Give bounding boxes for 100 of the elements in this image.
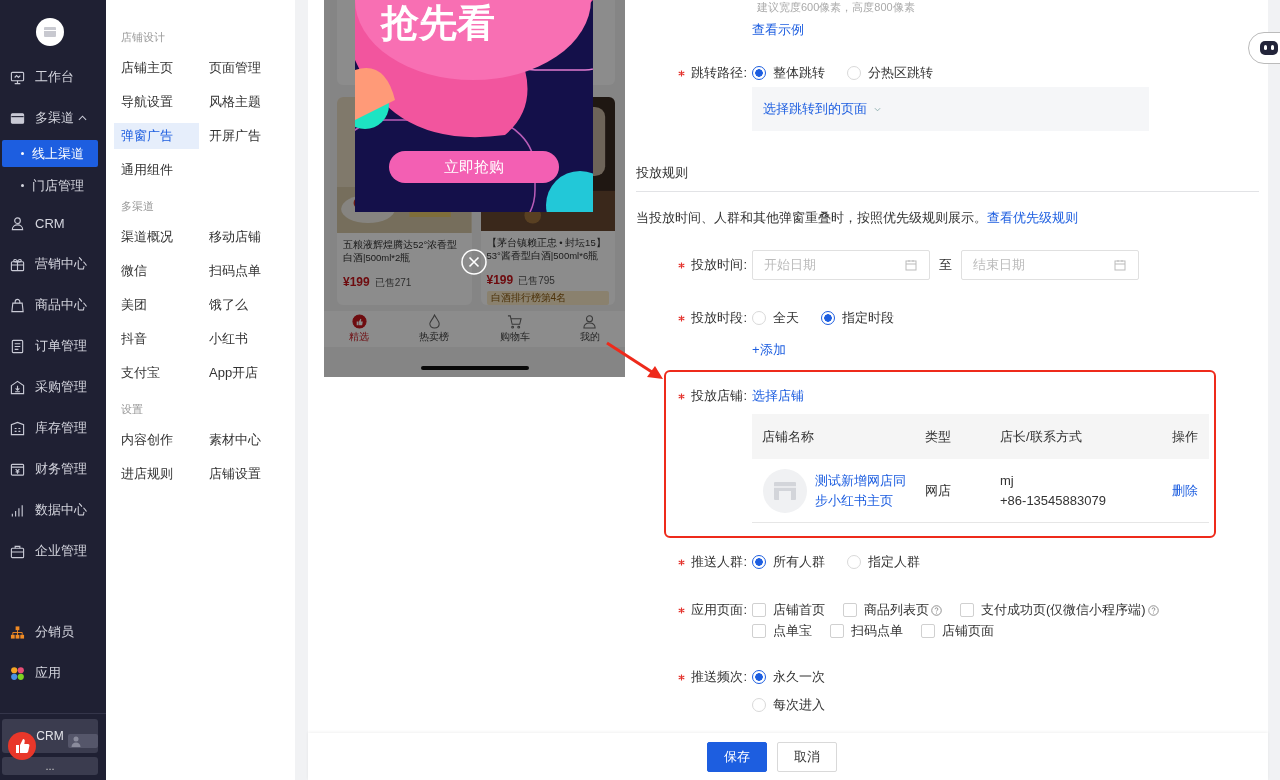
app-tab[interactable]: 精选 [349, 314, 370, 344]
menu-item[interactable]: 店铺主页 [114, 55, 180, 81]
checkbox-option[interactable]: 扫码点单 [830, 621, 903, 641]
store-name-link[interactable]: 测试新增网店同步小红书主页 [815, 470, 915, 511]
field-label: 推送人群: [691, 553, 747, 571]
menu-item[interactable]: 通用组件 [114, 157, 180, 183]
sidebar-subitem[interactable]: 线上渠道 [2, 140, 98, 167]
priority-rules-link[interactable]: 查看优先级规则 [987, 210, 1078, 225]
page-select-dropdown[interactable]: 选择跳转到的页面 [763, 99, 881, 119]
save-button[interactable]: 保存 [707, 741, 767, 772]
radio-option[interactable]: 全天 [752, 308, 799, 328]
sidebar-item[interactable]: 库存管理 [10, 415, 98, 441]
person-badge-icon [68, 734, 98, 748]
menu-item[interactable]: 扫码点单 [202, 258, 268, 284]
menu-item[interactable]: 内容创作 [114, 427, 180, 453]
field-label: 投放店铺: [691, 387, 747, 405]
cancel-button[interactable]: 取消 [777, 741, 837, 772]
help-icon[interactable] [1147, 604, 1159, 616]
radio-button[interactable] [821, 311, 835, 325]
menu-item[interactable]: 支付宝 [114, 360, 167, 386]
radio-option[interactable]: 每次进入 [752, 695, 825, 715]
menu-item[interactable]: 风格主题 [202, 89, 268, 115]
sidebar-item[interactable]: 工作台 [10, 64, 98, 90]
document-icon [10, 338, 25, 354]
radio-button[interactable] [752, 670, 766, 684]
checkbox[interactable] [843, 603, 857, 617]
app-tab[interactable]: 我的 [579, 314, 600, 344]
sidebar-item[interactable]: 分销员 [10, 619, 98, 645]
radio-option[interactable]: 指定时段 [821, 308, 894, 328]
radio-button[interactable] [752, 555, 766, 569]
checkbox[interactable] [960, 603, 974, 617]
help-icon[interactable] [931, 604, 942, 616]
radio-label: 所有人群 [773, 553, 825, 571]
range-separator: 至 [939, 256, 952, 274]
checkbox-label: 店铺页面 [942, 622, 994, 640]
menu-item[interactable]: 进店规则 [114, 461, 180, 487]
radio-option[interactable]: 永久一次 [752, 667, 825, 687]
menu-item[interactable]: 开屏广告 [202, 123, 268, 149]
menu-item[interactable]: 微信 [114, 258, 154, 284]
field-label: 应用页面: [691, 601, 747, 619]
menu-item[interactable]: 渠道概况 [114, 224, 180, 250]
radio-label: 全天 [773, 309, 799, 327]
bullet-icon [21, 152, 24, 155]
product-price: ¥199 [343, 275, 370, 289]
checkbox-option[interactable]: 商品列表页 [843, 600, 942, 620]
more-button[interactable]: ... [2, 757, 98, 775]
checkbox[interactable] [752, 603, 766, 617]
product-name: 【茅台镇赖正忠 • 封坛15】53°酱香型白酒|500ml*6瓶 [485, 236, 607, 264]
sidebar-item[interactable]: 订单管理 [10, 333, 98, 359]
bag-icon [10, 297, 25, 313]
sidebar-item[interactable]: 财务管理 [10, 456, 98, 482]
checkbox-option[interactable]: 店铺首页 [752, 600, 825, 620]
select-store-link[interactable]: 选择店铺 [752, 386, 804, 406]
store-icon [763, 468, 807, 513]
radio-option[interactable]: 分热区跳转 [847, 63, 933, 83]
delete-link[interactable]: 删除 [1172, 482, 1198, 498]
person-icon [582, 314, 598, 329]
app-tab[interactable]: 购物车 [499, 314, 530, 344]
menu-item[interactable]: 移动店铺 [202, 224, 268, 250]
close-icon[interactable] [461, 249, 487, 275]
checkbox[interactable] [752, 624, 766, 638]
menu-item[interactable]: 素材中心 [202, 427, 268, 453]
sidebar-item[interactable]: 采购管理 [10, 374, 98, 400]
radio-label: 分热区跳转 [868, 64, 933, 82]
checkbox-option[interactable]: 支付成功页(仅微信小程序端) [960, 600, 1159, 620]
checkbox-option[interactable]: 店铺页面 [921, 621, 994, 641]
sold-count: 已售795 [518, 274, 555, 288]
app-tab[interactable]: 热卖榜 [419, 314, 450, 344]
radio-option[interactable]: 所有人群 [752, 552, 825, 572]
sidebar-subitem[interactable]: 门店管理 [2, 172, 98, 199]
add-link[interactable]: +添加 [752, 340, 786, 360]
table-cell-text: mj [1000, 471, 1015, 490]
example-link[interactable]: 查看示例 [752, 20, 804, 40]
sidebar-item[interactable]: 数据中心 [10, 497, 98, 523]
thumbs-up-icon[interactable] [8, 732, 36, 760]
menu-item[interactable]: 页面管理 [202, 55, 268, 81]
menu-item[interactable]: 店铺设置 [202, 461, 268, 487]
sidebar-item[interactable]: 企业管理 [10, 538, 98, 564]
menu-item[interactable]: 小红书 [202, 326, 255, 352]
menu-item[interactable]: 导航设置 [114, 89, 180, 115]
radio-option[interactable]: 指定人群 [847, 552, 920, 572]
radio-button[interactable] [752, 66, 766, 80]
sidebar-item[interactable]: 应用 [10, 660, 98, 686]
bullet-icon [21, 184, 24, 187]
checkbox-option[interactable]: 点单宝 [752, 621, 812, 641]
sidebar-item[interactable]: 营销中心 [10, 251, 98, 277]
menu-item[interactable]: App开店 [202, 360, 266, 386]
menu-item[interactable]: 美团 [114, 292, 154, 318]
checkbox-label: 扫码点单 [851, 622, 903, 640]
checkbox-label: 店铺首页 [773, 601, 825, 619]
sidebar-item[interactable]: 商品中心 [10, 292, 98, 318]
menu-group-title: 店铺设计 [121, 30, 165, 45]
menu-item[interactable]: 抖音 [114, 326, 154, 352]
menu-item[interactable]: 弹窗广告 [114, 123, 199, 149]
checkbox[interactable] [921, 624, 935, 638]
radio-option[interactable]: 整体跳转 [752, 63, 825, 83]
checkbox[interactable] [830, 624, 844, 638]
menu-item[interactable]: 饿了么 [202, 292, 255, 318]
sidebar-item[interactable]: CRM [10, 210, 98, 236]
sidebar-item[interactable]: 多渠道 [10, 105, 98, 131]
